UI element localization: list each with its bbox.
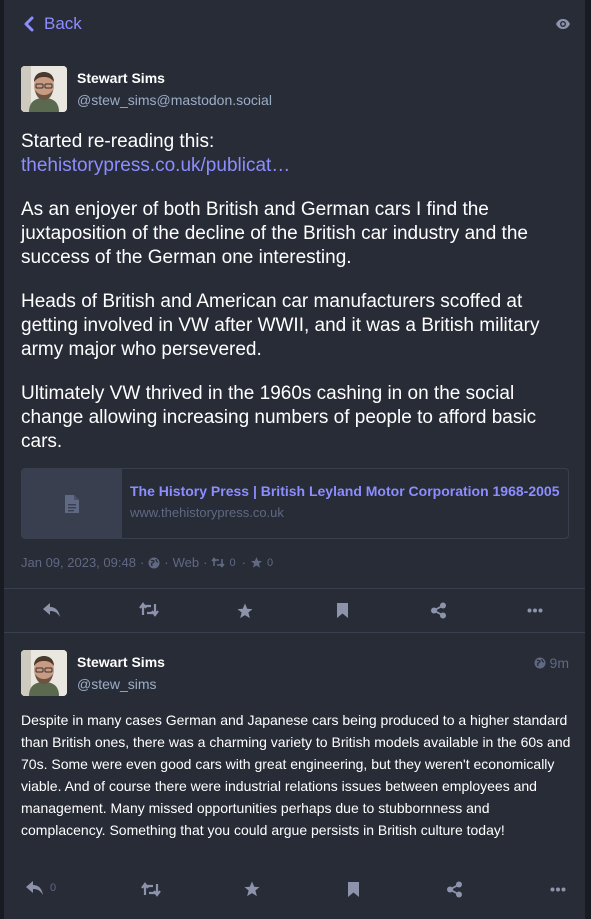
back-button[interactable]: Back xyxy=(24,14,82,34)
content-paragraph-1: As an enjoyer of both British and German… xyxy=(21,199,528,268)
share-icon xyxy=(447,881,462,898)
ellipsis-icon xyxy=(550,887,566,892)
share-button[interactable] xyxy=(446,881,463,898)
toggle-visibility-button[interactable] xyxy=(555,17,571,35)
boost-button[interactable] xyxy=(141,882,161,897)
account-handle[interactable]: @stew_sims xyxy=(77,676,157,692)
column-header: Back xyxy=(4,0,585,50)
meta-separator: · xyxy=(241,555,246,570)
main-status: Stewart Sims @stew_sims@mastodon.social … xyxy=(4,50,585,588)
content-intro: Started re-reading this: xyxy=(21,131,215,152)
status-meta: Jan 09, 2023, 09:48 · · Web · 0 · 0 xyxy=(21,555,273,570)
star-icon xyxy=(244,881,260,897)
bookmark-button[interactable] xyxy=(336,602,349,619)
card-title: The History Press | British Leyland Moto… xyxy=(130,483,560,499)
display-name[interactable]: Stewart Sims xyxy=(77,654,165,670)
retweet-icon xyxy=(141,882,161,897)
chevron-left-icon xyxy=(24,16,34,32)
share-button[interactable] xyxy=(430,602,447,619)
reply-icon xyxy=(26,881,43,895)
meta-separator: · xyxy=(139,555,145,570)
meta-separator: · xyxy=(203,555,208,570)
bookmark-icon xyxy=(348,882,359,897)
content-paragraph-2: Heads of British and American car manufa… xyxy=(21,291,540,360)
more-button[interactable] xyxy=(550,887,566,892)
avatar[interactable] xyxy=(21,650,67,696)
card-thumbnail xyxy=(22,469,122,538)
detailed-action-bar xyxy=(4,588,585,633)
favourite-button[interactable] xyxy=(236,602,254,620)
reply-count: 0 xyxy=(50,882,57,894)
more-button[interactable] xyxy=(527,608,543,613)
content-link[interactable]: thehistorypress.co.uk/publicat… xyxy=(21,155,290,176)
star-icon[interactable] xyxy=(250,556,263,569)
back-label: Back xyxy=(44,14,82,33)
account-handle[interactable]: @stew_sims@mastodon.social xyxy=(77,92,272,108)
content-paragraph-3: Ultimately VW thrived in the 1960s cashi… xyxy=(21,383,537,452)
display-name[interactable]: Stewart Sims xyxy=(77,70,165,86)
detailed-status-column: Back Stewart Sims @stew_sims@mastodon.so… xyxy=(4,0,585,919)
status-application: Web xyxy=(172,555,200,570)
star-icon xyxy=(237,603,253,619)
file-icon xyxy=(65,494,79,513)
relative-time: 9m xyxy=(549,655,569,671)
retweet-icon xyxy=(139,602,159,617)
reply-button[interactable] xyxy=(42,602,61,618)
avatar[interactable] xyxy=(21,66,67,112)
boost-button[interactable] xyxy=(139,602,159,617)
boost-count: 0 xyxy=(229,556,236,569)
reply-status[interactable]: Stewart Sims @stew_sims 9m Despite in ma… xyxy=(4,633,585,919)
retweet-icon[interactable] xyxy=(211,557,226,568)
reply-icon xyxy=(43,603,60,617)
status-content: Despite in many cases German and Japanes… xyxy=(21,712,571,838)
status-content: Started re-reading this: thehistorypress… xyxy=(21,130,566,474)
meta-separator: · xyxy=(164,555,169,570)
status-date[interactable]: Jan 09, 2023, 09:48 xyxy=(21,555,136,570)
ellipsis-icon xyxy=(527,608,543,613)
link-preview-card[interactable]: The History Press | British Leyland Moto… xyxy=(21,468,569,539)
status-relative-time[interactable]: 9m xyxy=(534,655,569,671)
globe-icon xyxy=(534,657,546,669)
bookmark-button[interactable] xyxy=(347,881,360,898)
favourite-count: 0 xyxy=(266,556,274,569)
bookmark-icon xyxy=(337,603,348,618)
share-icon xyxy=(431,602,446,619)
favourite-button[interactable] xyxy=(243,880,261,898)
card-host: www.thehistorypress.co.uk xyxy=(130,505,284,520)
eye-icon xyxy=(556,19,570,29)
reply-button[interactable]: 0 xyxy=(25,880,56,896)
globe-icon xyxy=(148,557,160,568)
